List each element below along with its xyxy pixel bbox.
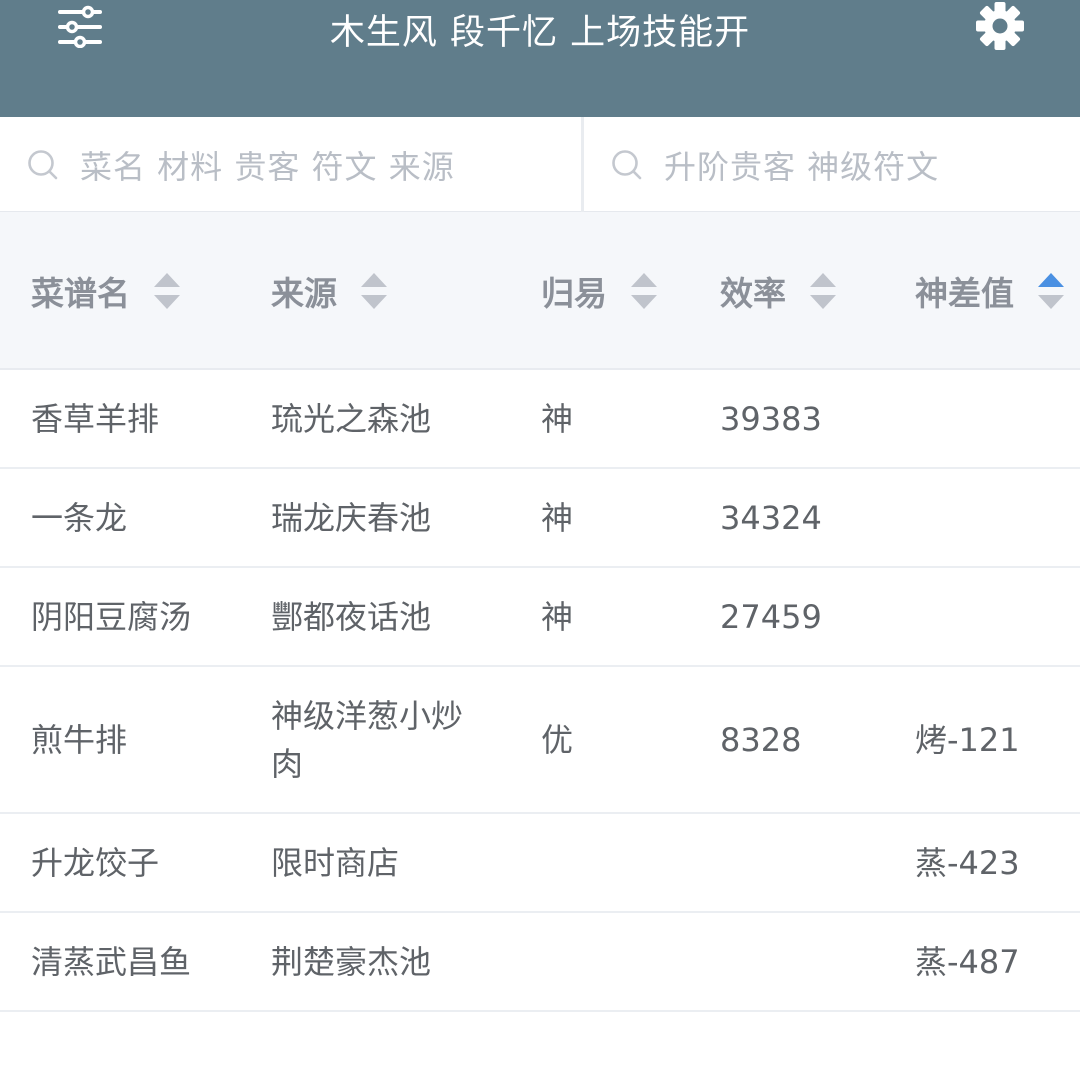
recipe-search-placeholder: 菜名 材料 贵客 符文 来源: [80, 147, 455, 186]
cell-god-diff: [915, 370, 1075, 467]
column-label: 归易: [541, 274, 607, 313]
column-header-god-diff[interactable]: 神差值: [915, 212, 1066, 370]
cell-recipe-name: 香草羊排: [31, 399, 160, 438]
cell-source: 荆楚豪杰池: [271, 942, 432, 981]
table-row[interactable]: 一条龙 瑞龙庆春池 神 34324: [0, 469, 1080, 568]
column-header-source[interactable]: 来源: [271, 212, 389, 370]
cell-efficiency: 8328: [720, 720, 802, 759]
cell-source: 神级洋葱小炒肉: [271, 696, 464, 783]
sort-icon: [154, 273, 180, 309]
search-bar: 菜名 材料 贵客 符文 来源 升阶贵客 神级符文: [0, 117, 1080, 212]
cell-god-diff: [915, 568, 1075, 665]
table-row[interactable]: 香草羊排 琉光之森池 神 39383: [0, 370, 1080, 469]
cell-source: 琉光之森池: [271, 399, 432, 438]
sort-icon: [631, 273, 657, 309]
table-header: 菜谱名 来源 归易 效率 神差值: [0, 212, 1080, 370]
settings-button[interactable]: [974, 0, 1026, 52]
column-header-rank[interactable]: 归易: [541, 212, 659, 370]
cell-god-diff: [915, 469, 1075, 566]
cell-efficiency: 39383: [720, 399, 822, 438]
cell-rank: [541, 913, 691, 1010]
cell-efficiency: [720, 814, 900, 911]
sort-icon: [361, 273, 387, 309]
cell-efficiency: [720, 913, 900, 1010]
cell-source: 酆都夜话池: [271, 597, 432, 636]
cell-rank: 优: [541, 720, 574, 759]
sort-icon: [810, 273, 836, 309]
app-header: 木生风 段千忆 上场技能开: [0, 0, 1080, 117]
column-label: 菜谱名: [31, 274, 130, 313]
cell-recipe-name: 煎牛排: [31, 720, 128, 759]
cell-efficiency: 27459: [720, 597, 822, 636]
cell-god-diff: 蒸-487: [915, 942, 1020, 981]
cell-rank: 神: [541, 399, 574, 438]
cell-rank: [541, 814, 691, 911]
table-row[interactable]: 清蒸武昌鱼 荆楚豪杰池 蒸-487: [0, 913, 1080, 1012]
table-row[interactable]: 煎牛排 神级洋葱小炒肉 优 8328 烤-121: [0, 667, 1080, 814]
column-header-efficiency[interactable]: 效率: [720, 212, 838, 370]
cell-god-diff: 蒸-423: [915, 843, 1020, 882]
cell-recipe-name: 升龙饺子: [31, 843, 160, 882]
cell-recipe-name: 一条龙: [31, 498, 128, 537]
table-row[interactable]: 阴阳豆腐汤 酆都夜话池 神 27459: [0, 568, 1080, 667]
cell-recipe-name: 清蒸武昌鱼: [31, 942, 192, 981]
search-icon: [28, 149, 58, 179]
guest-rune-search-input[interactable]: 升阶贵客 神级符文: [584, 117, 1080, 212]
recipe-search-input[interactable]: 菜名 材料 贵客 符文 来源: [0, 117, 582, 212]
sort-ascending-icon: [1038, 273, 1064, 309]
column-header-recipe-name[interactable]: 菜谱名: [31, 212, 182, 370]
cell-rank: 神: [541, 597, 574, 636]
table-row[interactable]: 升龙饺子 限时商店 蒸-423: [0, 814, 1080, 913]
gear-icon: [976, 2, 1024, 50]
cell-recipe-name: 阴阳豆腐汤: [31, 597, 192, 636]
cell-rank: 神: [541, 498, 574, 537]
column-label: 来源: [271, 274, 337, 313]
cell-source: 瑞龙庆春池: [271, 498, 432, 537]
column-label: 效率: [720, 274, 786, 313]
search-icon: [612, 149, 642, 179]
page-title: 木生风 段千忆 上场技能开: [329, 13, 751, 53]
guest-rune-search-placeholder: 升阶贵客 神级符文: [664, 147, 940, 186]
cell-god-diff: 烤-121: [915, 720, 1020, 759]
cell-source: 限时商店: [271, 843, 400, 882]
cell-efficiency: 34324: [720, 498, 822, 537]
column-label: 神差值: [915, 274, 1014, 313]
